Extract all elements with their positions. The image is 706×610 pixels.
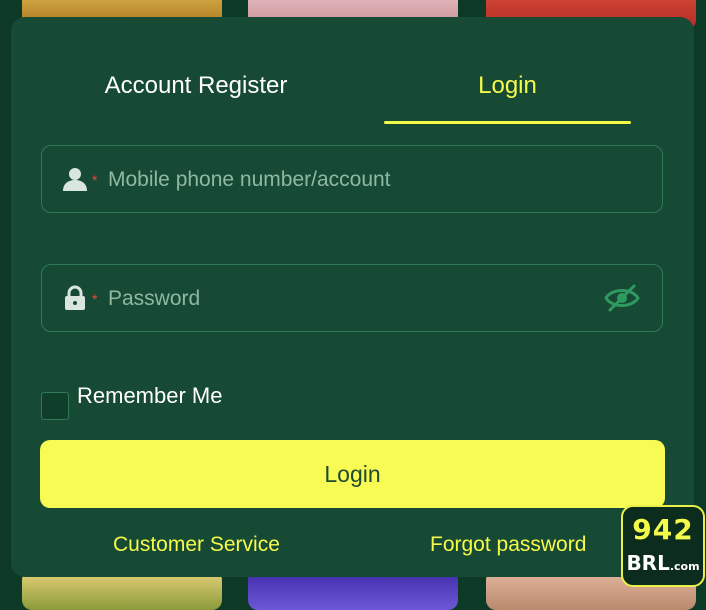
required-mark: * <box>92 291 98 307</box>
eye-off-icon[interactable] <box>604 283 640 313</box>
brand-logo: 942 BRL.com <box>621 505 705 587</box>
login-modal: Account Register Login * * Remember Me L… <box>11 17 694 577</box>
active-tab-underline <box>384 121 631 124</box>
account-input[interactable] <box>106 160 590 200</box>
tab-account-register[interactable]: Account Register <box>71 72 321 112</box>
customer-service-link[interactable]: Customer Service <box>113 533 280 557</box>
login-button[interactable]: Login <box>40 440 665 508</box>
brand-name: BRL <box>626 551 670 575</box>
brand-suffix: .com <box>669 560 700 573</box>
required-mark: * <box>92 172 98 188</box>
password-field: * <box>41 264 663 332</box>
remember-me-checkbox[interactable] <box>41 392 69 420</box>
brand-logo-name: BRL.com <box>623 551 703 575</box>
password-input[interactable] <box>106 279 590 319</box>
tab-login[interactable]: Login <box>384 72 631 112</box>
remember-me-label[interactable]: Remember Me <box>77 383 222 409</box>
user-icon <box>63 168 87 191</box>
brand-logo-number: 942 <box>632 513 694 546</box>
account-field: * <box>41 145 663 213</box>
lock-icon <box>65 285 85 310</box>
forgot-password-link[interactable]: Forgot password <box>430 533 586 557</box>
